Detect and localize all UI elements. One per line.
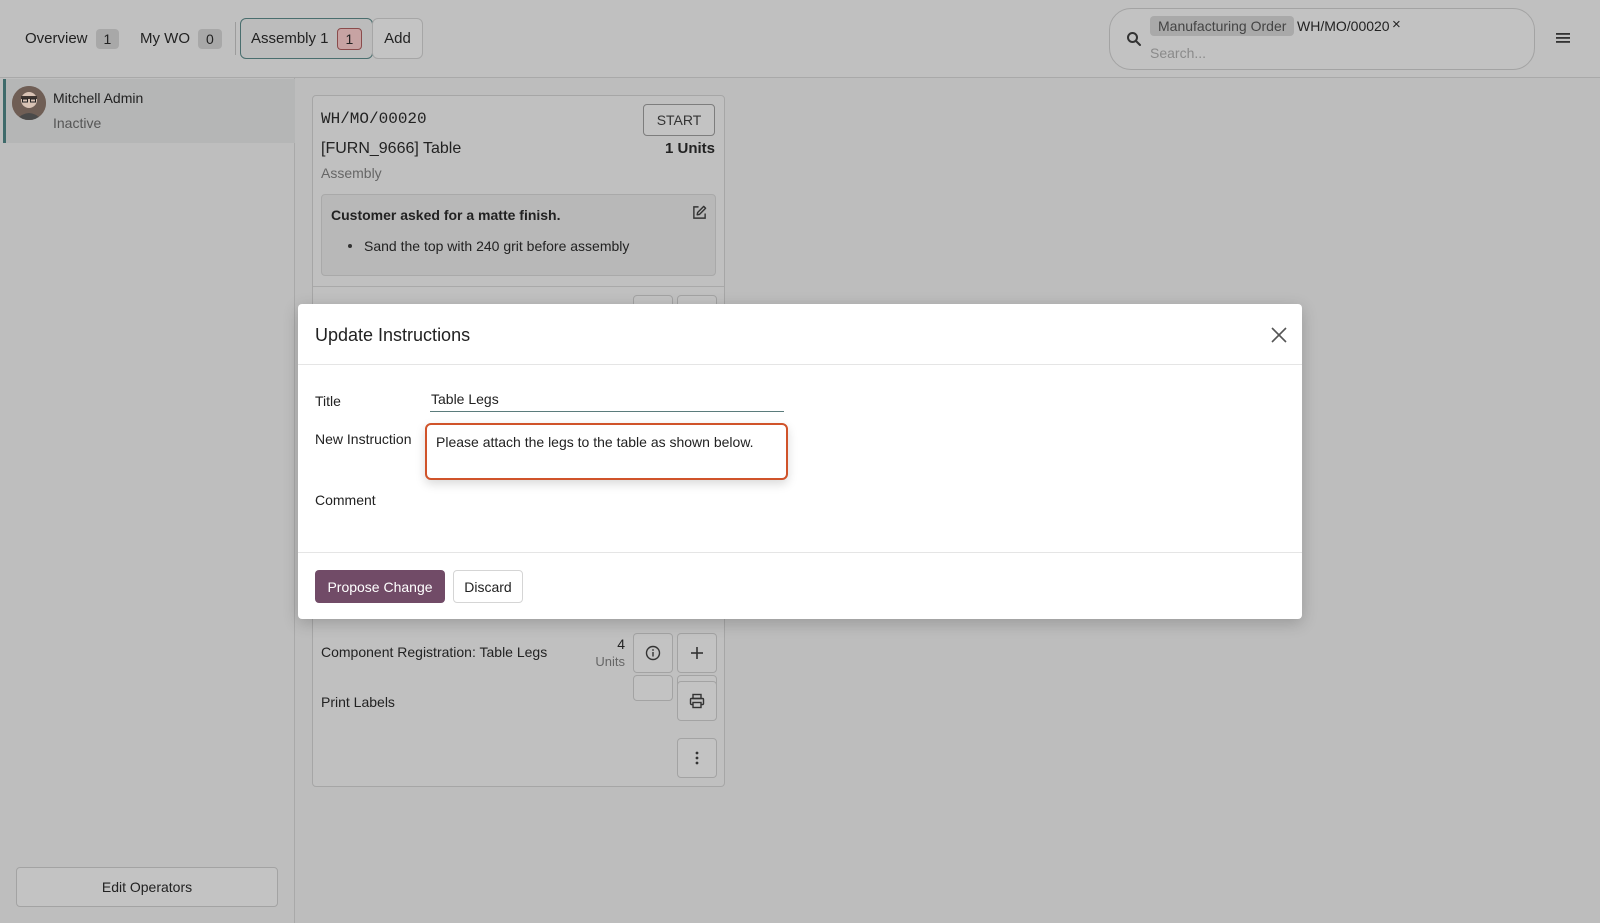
propose-change-button[interactable]: Propose Change: [315, 570, 445, 603]
operator-status: Inactive: [53, 115, 102, 131]
tab-label: Overview: [25, 30, 88, 47]
new-instruction-field[interactable]: Please attach the legs to the table as s…: [425, 423, 788, 480]
operators-sidebar: Mitchell Admin Inactive Edit Operators: [0, 78, 295, 923]
search-facet-label: Manufacturing Order: [1150, 16, 1295, 36]
note-title: Customer asked for a matte finish.: [331, 207, 561, 223]
tab-count-badge: 1: [95, 28, 120, 49]
hamburger-menu-icon[interactable]: [1554, 30, 1572, 46]
title-field[interactable]: [430, 387, 784, 412]
start-button[interactable]: START: [643, 104, 715, 136]
tab-count-badge: 0: [198, 28, 222, 49]
print-labels-button[interactable]: [677, 681, 717, 721]
tab-divider: [235, 22, 236, 55]
search-input[interactable]: [1150, 43, 1510, 63]
top-bar: Overview 1 My WO 0 Assembly 1 1 Add Manu…: [0, 0, 1600, 78]
add-workcenter-button[interactable]: Add: [372, 18, 423, 59]
component-quantity: 4: [617, 636, 625, 652]
close-icon[interactable]: [1270, 326, 1288, 344]
comment-field-label: Comment: [315, 492, 376, 508]
discard-button[interactable]: Discard: [453, 570, 523, 603]
product-quantity: 1 Units: [664, 140, 715, 157]
printer-icon: [689, 693, 705, 709]
operator-item[interactable]: Mitchell Admin Inactive: [3, 79, 295, 143]
operator-name: Mitchell Admin: [53, 90, 144, 106]
kebab-menu-icon: [695, 751, 699, 765]
instruction-field-label: New Instruction: [315, 431, 412, 447]
edit-icon[interactable]: [692, 205, 707, 220]
tab-assembly[interactable]: Assembly 1 1: [240, 18, 374, 59]
tab-overview[interactable]: Overview 1: [15, 18, 129, 59]
title-field-label: Title: [315, 393, 341, 409]
more-options-button[interactable]: [677, 738, 717, 778]
tab-count-badge: 1: [336, 27, 363, 50]
note-item: Sand the top with 240 grit before assemb…: [364, 238, 630, 254]
card-divider: [313, 286, 724, 287]
facet-remove-icon[interactable]: ×: [1392, 16, 1401, 33]
component-add-button[interactable]: [677, 633, 717, 673]
component-info-button[interactable]: [633, 633, 673, 673]
print-labels-label[interactable]: Print Labels: [321, 694, 395, 710]
update-instructions-dialog: Update Instructions Title New Instructio…: [298, 304, 1302, 619]
dialog-footer: Propose Change Discard: [298, 552, 1302, 619]
tab-my-wo[interactable]: My WO 0: [130, 18, 232, 59]
component-unit: Units: [595, 654, 625, 669]
bullet: [348, 244, 352, 248]
avatar-icon: [12, 86, 46, 120]
avatar: [12, 86, 46, 120]
search-facet-value: WH/MO/00020: [1297, 18, 1390, 34]
plus-icon: [691, 647, 703, 659]
tab-label: My WO: [140, 30, 190, 47]
tab-label: Assembly 1: [251, 30, 329, 47]
step-action-button[interactable]: [633, 675, 673, 701]
mo-reference[interactable]: WH/MO/00020: [321, 110, 427, 128]
component-registration-label[interactable]: Component Registration: Table Legs: [321, 644, 547, 660]
info-icon: [645, 645, 661, 661]
search-panel[interactable]: Manufacturing Order WH/MO/00020 ×: [1109, 8, 1535, 70]
dialog-title: Update Instructions: [315, 325, 471, 345]
workcenter-name: Assembly: [321, 165, 382, 181]
edit-operators-button[interactable]: Edit Operators: [16, 867, 278, 907]
product-name: [FURN_9666] Table: [321, 140, 462, 157]
search-icon: [1127, 32, 1141, 46]
dialog-header: Update Instructions: [298, 304, 1302, 365]
workorder-note: Customer asked for a matte finish. Sand …: [321, 194, 716, 276]
